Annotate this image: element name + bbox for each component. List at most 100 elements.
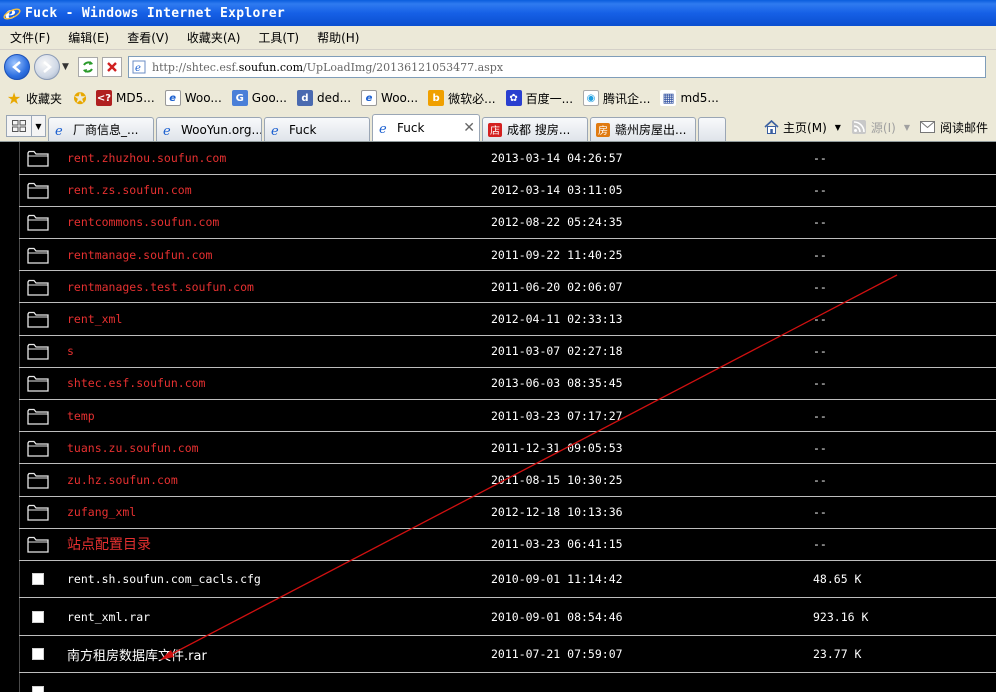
directory-link[interactable]: 站点配置目录 [67, 537, 151, 553]
folder-icon-cell [19, 431, 61, 465]
directory-link[interactable]: shtec.esf.soufun.com [67, 376, 205, 390]
directory-link[interactable]: rent.zhuzhou.soufun.com [67, 151, 226, 165]
name-cell: zufang_xml [61, 496, 491, 529]
favorite-link[interactable]: G Goo... [231, 90, 287, 106]
size-value: -- [813, 463, 996, 497]
directory-row: rent_xml 2012-04-11 02:33:13 -- [19, 302, 996, 336]
menu-help[interactable]: 帮助(H) [307, 29, 367, 46]
favorite-link[interactable]: e Woo... [361, 90, 418, 106]
directory-link[interactable]: tuans.zu.soufun.com [67, 441, 199, 455]
menu-view[interactable]: 查看(V) [117, 29, 177, 46]
feeds-dropdown-icon[interactable]: ▼ [904, 123, 910, 132]
folder-icon [27, 150, 49, 167]
favorite-label: 百度一... [525, 91, 574, 106]
tab-active[interactable]: e Fuck ✕ [372, 114, 480, 141]
ie-page-icon: e [269, 122, 285, 138]
favorite-link[interactable]: ▦ md5... [660, 90, 719, 106]
ie-page-icon: e [164, 90, 181, 106]
svg-text:店: 店 [490, 124, 500, 137]
directory-link[interactable]: temp [67, 409, 95, 423]
directory-link[interactable]: rent_xml [67, 312, 122, 326]
folder-icon [27, 343, 49, 360]
favorite-label: Goo... [251, 91, 287, 105]
menu-favorites[interactable]: 收藏夹(A) [177, 29, 249, 46]
back-button[interactable] [4, 54, 30, 80]
size-value: 923.16 K [813, 597, 996, 636]
tab[interactable]: 房 赣州房屋出... [590, 117, 696, 141]
favorite-link[interactable]: ✿ 百度一... [505, 90, 574, 107]
url-prefix: http://shtec.esf. [152, 60, 239, 74]
directory-link[interactable]: rentmanage.soufun.com [67, 248, 212, 262]
favorite-link[interactable]: e Woo... [164, 90, 222, 106]
size-value: -- [813, 528, 996, 561]
ie-page-icon: e [377, 120, 393, 136]
size-value: 23.77 K [813, 635, 996, 674]
tab[interactable]: e 厂商信息_... [48, 117, 154, 141]
file-link[interactable]: rent_xml.rar [67, 610, 150, 624]
command-bar: 主页(M) ▼ 源(I) ▼ 阅读邮件 [753, 113, 996, 141]
add-star-icon: ✪ [73, 88, 87, 108]
modified-date: 2013-06-03 08:35:45 [491, 367, 813, 401]
favorite-link[interactable]: d ded... [296, 90, 351, 106]
file-icon [32, 610, 44, 623]
directory-link[interactable]: rentcommons.soufun.com [67, 215, 219, 229]
directory-link[interactable]: rent.zs.soufun.com [67, 183, 192, 197]
directory-link[interactable]: zu.hz.soufun.com [67, 473, 178, 487]
size-value: -- [813, 142, 996, 175]
quick-tabs-button[interactable] [6, 115, 32, 137]
tab-bar: ▼ e 厂商信息_... e WooYun.org... e Fuck e Fu… [0, 112, 996, 142]
add-favorite-button[interactable]: ✪ [72, 88, 92, 108]
feeds-button[interactable]: 源(I) ▼ [851, 119, 910, 136]
favorite-link[interactable]: b 微软必... [428, 90, 496, 107]
directory-row: zufang_xml 2012-12-18 10:13:36 -- [19, 496, 996, 529]
favorite-link[interactable]: ◉ 腾讯企... [583, 90, 650, 107]
google-translate-icon: G [231, 90, 248, 106]
favorite-label: md5... [680, 91, 719, 105]
file-icon [32, 648, 44, 661]
tab[interactable]: e Fuck [264, 117, 370, 141]
folder-icon [27, 279, 49, 296]
directory-row: rent.zhuzhou.soufun.com 2013-03-14 04:26:… [19, 142, 996, 175]
stop-button[interactable] [102, 57, 122, 77]
read-mail-button[interactable]: 阅读邮件 [920, 119, 988, 136]
close-tab-icon[interactable]: ✕ [457, 120, 475, 136]
directory-link[interactable]: rentmanages.test.soufun.com [67, 280, 254, 294]
url-path: /UpLoadImg/20136121053477.aspx [303, 60, 504, 74]
folder-icon-cell [19, 496, 61, 529]
file-link[interactable]: rent.sh.soufun.com_cacls.cfg [67, 572, 261, 586]
modified-date: 2010-09-01 08:54:46 [491, 597, 813, 636]
menu-bar: 文件(F) 编辑(E) 查看(V) 收藏夹(A) 工具(T) 帮助(H) [0, 26, 996, 50]
history-dropdown-icon[interactable]: ▼ [62, 62, 72, 72]
menu-tools[interactable]: 工具(T) [248, 29, 307, 46]
menu-file[interactable]: 文件(F) [0, 29, 58, 46]
folder-icon-cell [19, 238, 61, 272]
tab-label: Fuck [289, 122, 317, 137]
menu-edit[interactable]: 编辑(E) [58, 29, 117, 46]
file-link[interactable]: 南方租房数据库文件.rar [67, 649, 207, 664]
favorite-link[interactable]: <? MD5... [96, 90, 155, 106]
name-cell: temp [61, 399, 491, 433]
new-tab-button[interactable] [698, 117, 726, 141]
house-site-icon: 房 [595, 122, 611, 138]
md5-site-icon: <? [96, 90, 113, 106]
size-value: -- [813, 496, 996, 529]
svg-text:e: e [163, 124, 171, 137]
address-input[interactable]: e http://shtec.esf.soufun.com/UpLoadImg/… [128, 56, 986, 78]
size-value: -- [813, 367, 996, 401]
directory-link[interactable]: s [67, 344, 74, 358]
tab-list-dropdown-icon[interactable]: ▼ [32, 115, 46, 137]
directory-row: zu.hz.soufun.com 2011-08-15 10:30:25 -- [19, 463, 996, 497]
shop-icon: 店 [487, 122, 503, 138]
modified-date: 2013-03-14 04:26:57 [491, 142, 813, 175]
favorites-center-button[interactable]: ★ 收藏夹 [6, 89, 62, 108]
stop-x-icon [107, 62, 117, 72]
page-content: rent.zhuzhou.soufun.com 2013-03-14 04:26:… [0, 142, 996, 692]
home-button[interactable]: 主页(M) ▼ [763, 119, 841, 136]
tab[interactable]: 店 成都 搜房... [482, 117, 588, 141]
forward-button[interactable] [34, 54, 60, 80]
home-dropdown-icon[interactable]: ▼ [835, 123, 841, 132]
refresh-button[interactable] [78, 57, 98, 77]
directory-link[interactable]: zufang_xml [67, 505, 136, 519]
folder-icon [27, 408, 49, 425]
tab[interactable]: e WooYun.org... [156, 117, 262, 141]
